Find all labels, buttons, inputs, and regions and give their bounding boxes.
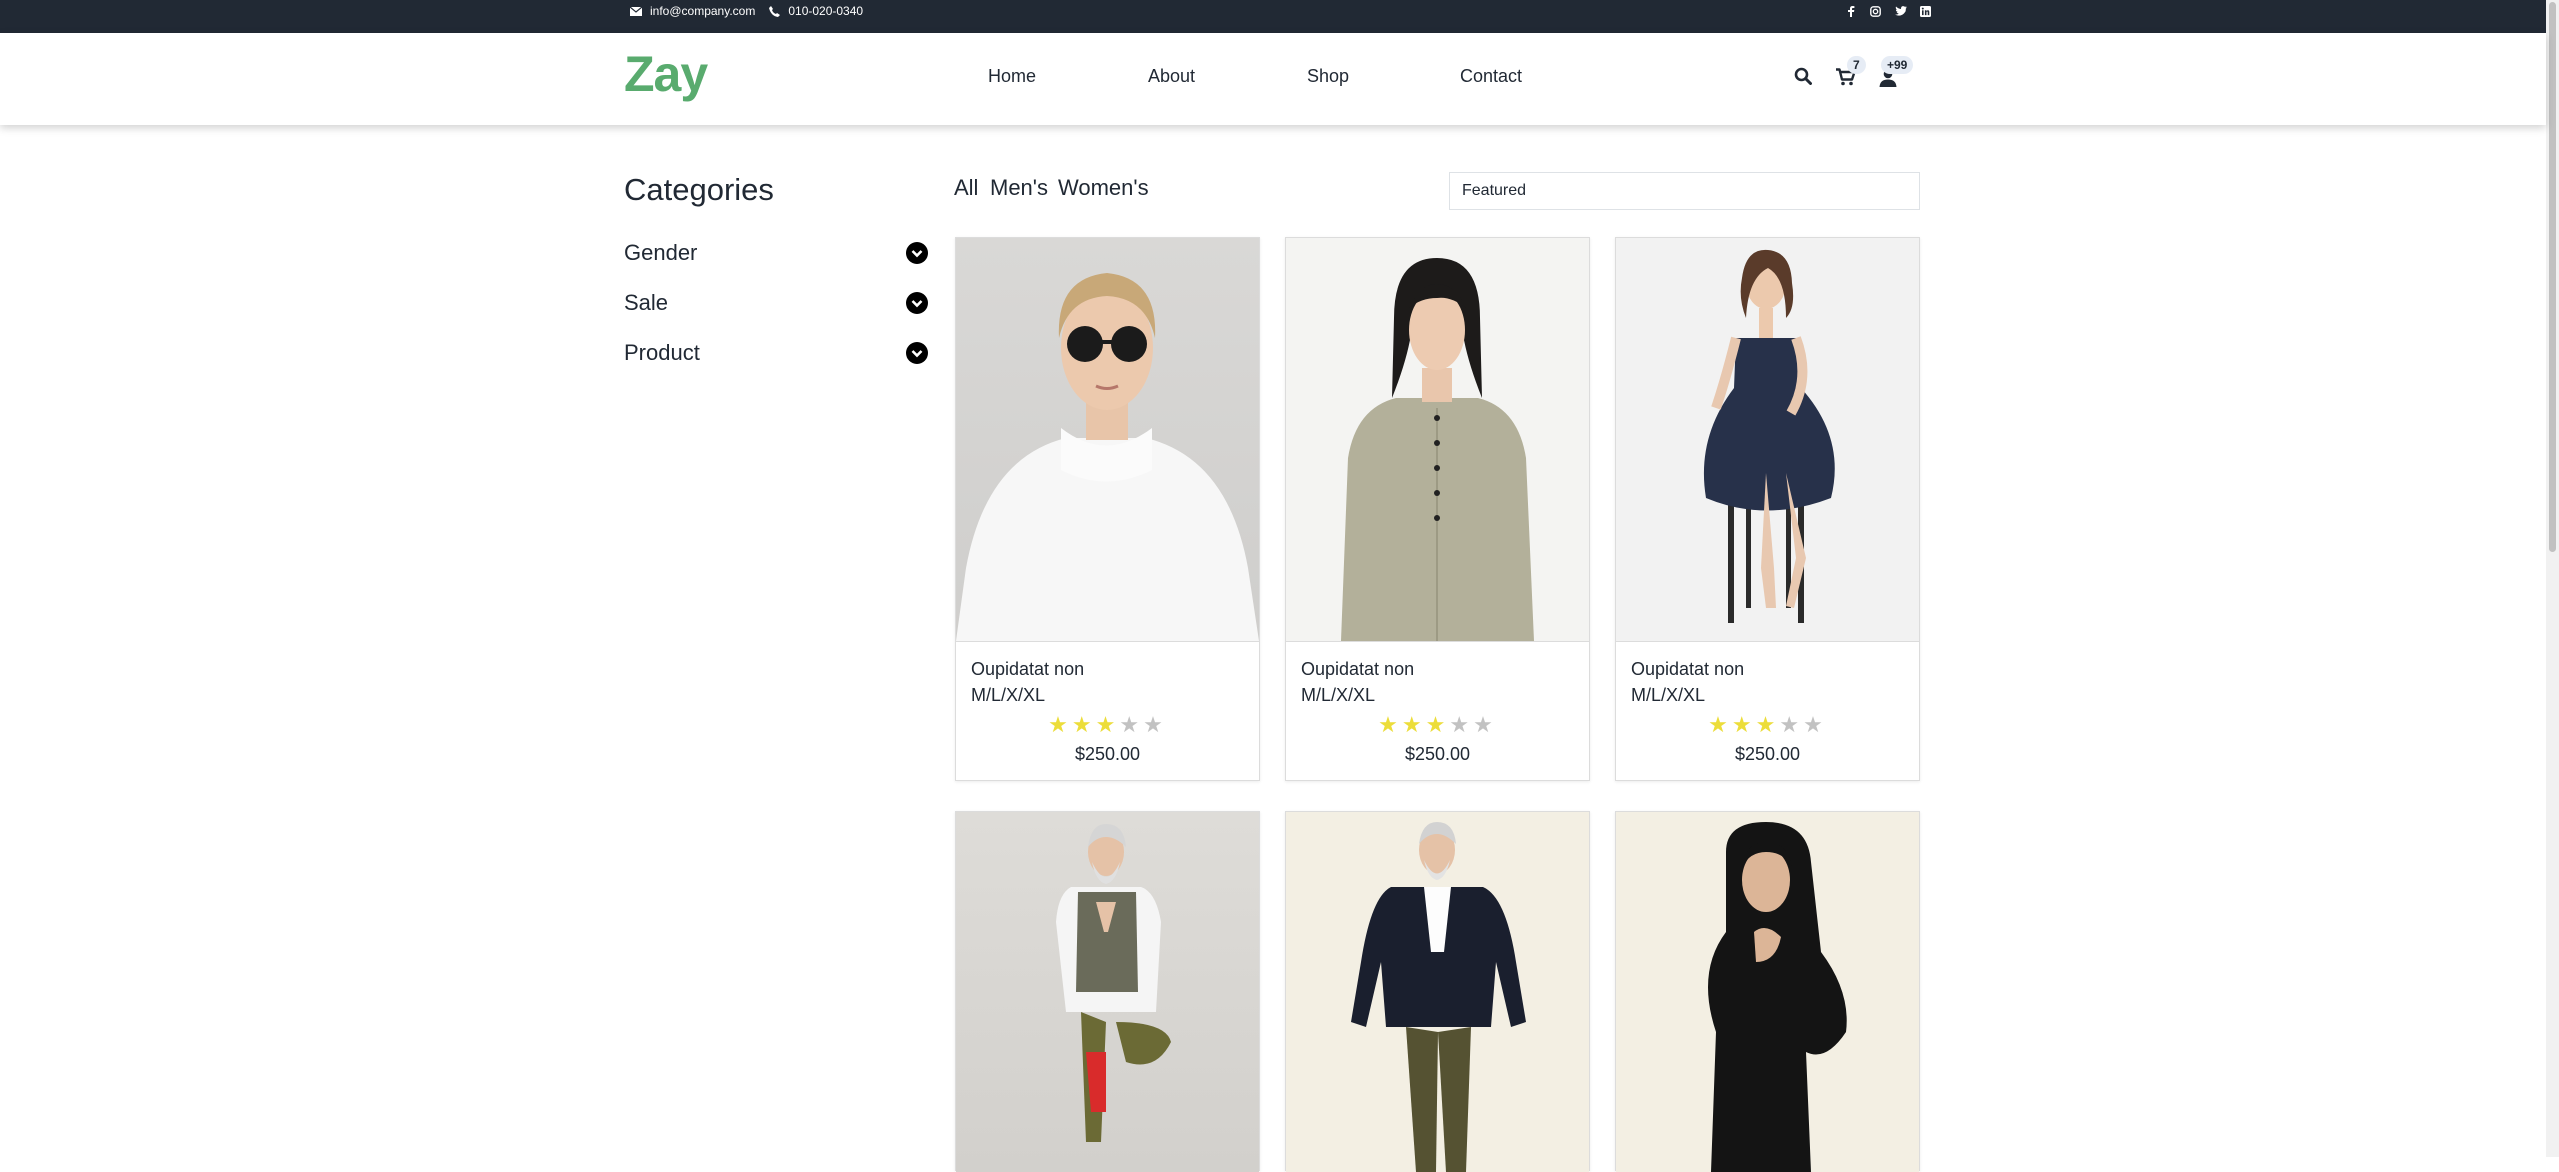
- linkedin-icon[interactable]: [1919, 5, 1932, 18]
- top-info-bar: info@company.com 010-020-0340: [0, 0, 2546, 33]
- social-links: [1832, 0, 1932, 22]
- filter-tab-womens[interactable]: Women's: [1058, 175, 1149, 201]
- product-sizes: M/L/X/XL: [1631, 685, 1706, 705]
- star-filled-icon: ★: [1755, 712, 1780, 737]
- sort-select[interactable]: Featured: [1449, 172, 1920, 210]
- product-name[interactable]: Oupidatat non: [971, 658, 1244, 680]
- category-label: Sale: [624, 290, 669, 315]
- product-image[interactable]: [1286, 812, 1589, 1172]
- product-sizes: M/L/X/XL: [1301, 685, 1376, 705]
- category-gender[interactable]: Gender: [624, 236, 928, 270]
- facebook-icon[interactable]: [1844, 5, 1857, 18]
- chevron-down-icon[interactable]: [906, 342, 928, 364]
- product-card[interactable]: Oupidatat non M/L/X/XL ★★★★★ $250.00: [955, 237, 1260, 781]
- chevron-down-icon[interactable]: [906, 292, 928, 314]
- product-price: $250.00: [1404, 744, 1471, 764]
- envelope-icon: [630, 6, 642, 16]
- star-empty-icon: ★: [1803, 712, 1827, 737]
- product-image[interactable]: [1616, 812, 1919, 1172]
- star-filled-icon: ★: [1378, 712, 1402, 737]
- product-rating: ★★★★★: [1631, 712, 1904, 738]
- product-sizes: M/L/X/XL: [971, 685, 1046, 705]
- category-sale[interactable]: Sale: [624, 286, 928, 320]
- star-empty-icon: ★: [1473, 712, 1497, 737]
- product-card[interactable]: [1285, 811, 1590, 1172]
- product-image[interactable]: [956, 812, 1259, 1172]
- star-filled-icon: ★: [1731, 712, 1756, 737]
- twitter-icon[interactable]: [1894, 5, 1907, 18]
- cart-count-badge: 7: [1847, 56, 1866, 74]
- product-image[interactable]: [956, 238, 1259, 642]
- star-filled-icon: ★: [1708, 712, 1732, 737]
- phone-text: 010-020-0340: [788, 4, 864, 18]
- product-name[interactable]: Oupidatat non: [1631, 658, 1904, 680]
- product-card[interactable]: [1615, 811, 1920, 1172]
- product-card[interactable]: [955, 811, 1260, 1172]
- product-price: $250.00: [1734, 744, 1801, 764]
- category-label: Product: [624, 340, 700, 365]
- star-empty-icon: ★: [1449, 712, 1474, 737]
- chevron-down-icon[interactable]: [906, 242, 928, 264]
- product-image[interactable]: [1616, 238, 1919, 642]
- product-card[interactable]: Oupidatat non M/L/X/XL ★★★★★ $250.00: [1615, 237, 1920, 781]
- phone-link[interactable]: 010-020-0340: [769, 4, 863, 18]
- user-count-badge: +99: [1881, 56, 1914, 74]
- categories-heading: Categories: [624, 172, 774, 207]
- star-filled-icon: ★: [1071, 712, 1096, 737]
- star-filled-icon: ★: [1095, 712, 1120, 737]
- brand-logo[interactable]: Zay: [624, 45, 708, 103]
- nav-link-contact[interactable]: Contact: [1460, 66, 1522, 87]
- category-label: Gender: [624, 240, 698, 265]
- nav-link-home[interactable]: Home: [988, 66, 1036, 87]
- star-filled-icon: ★: [1401, 712, 1426, 737]
- product-name[interactable]: Oupidatat non: [1301, 658, 1574, 680]
- nav-link-about[interactable]: About: [1148, 66, 1195, 87]
- main-navbar: Zay Home About Shop Contact 7 +99: [0, 33, 2546, 125]
- instagram-icon[interactable]: [1869, 5, 1882, 18]
- contact-info: info@company.com 010-020-0340: [630, 0, 877, 22]
- search-icon[interactable]: [1792, 65, 1814, 87]
- product-image[interactable]: [1286, 238, 1589, 642]
- star-empty-icon: ★: [1779, 712, 1804, 737]
- page-scrollbar-thumb[interactable]: [2549, 2, 2556, 552]
- email-text: info@company.com: [650, 4, 756, 18]
- product-rating: ★★★★★: [971, 712, 1244, 738]
- star-empty-icon: ★: [1119, 712, 1144, 737]
- star-filled-icon: ★: [1425, 712, 1450, 737]
- product-card[interactable]: Oupidatat non M/L/X/XL ★★★★★ $250.00: [1285, 237, 1590, 781]
- nav-link-shop[interactable]: Shop: [1307, 66, 1349, 87]
- filter-tab-mens[interactable]: Men's: [990, 175, 1048, 201]
- star-filled-icon: ★: [1048, 712, 1072, 737]
- phone-icon: [769, 5, 781, 17]
- category-product[interactable]: Product: [624, 336, 928, 370]
- filter-tab-all[interactable]: All: [954, 175, 978, 201]
- product-rating: ★★★★★: [1301, 712, 1574, 738]
- star-empty-icon: ★: [1143, 712, 1167, 737]
- email-link[interactable]: info@company.com: [630, 4, 755, 18]
- product-price: $250.00: [1074, 744, 1141, 764]
